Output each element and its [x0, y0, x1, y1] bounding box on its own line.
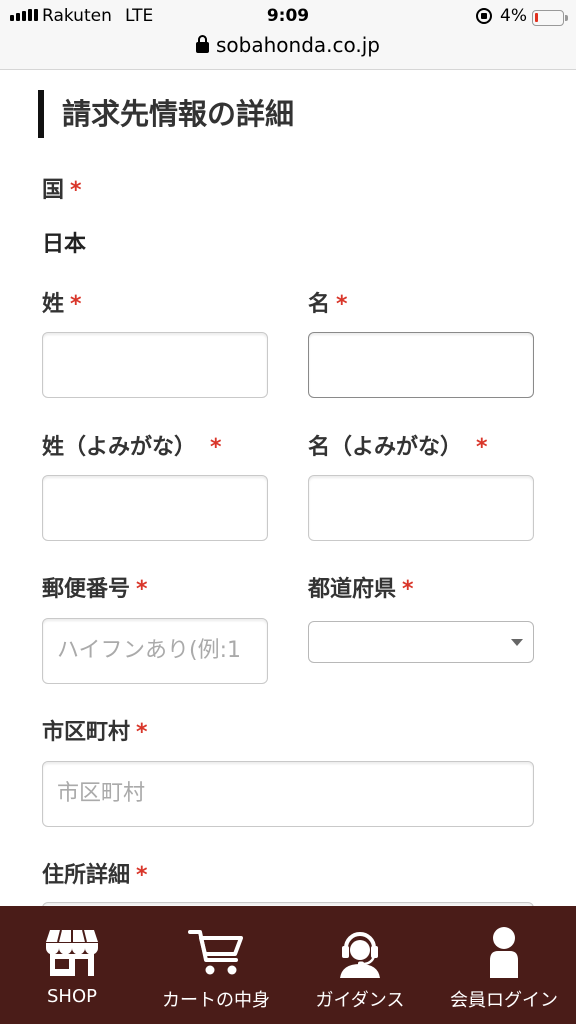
required-mark: *	[136, 863, 148, 888]
section-title: 請求先情報の詳細	[38, 90, 294, 138]
last-name-input[interactable]	[42, 332, 268, 398]
required-mark: *	[336, 292, 348, 317]
nav-shop-label: SHOP	[47, 986, 97, 1007]
required-mark: *	[476, 435, 488, 460]
battery-icon	[532, 10, 568, 26]
rotation-lock-icon	[476, 8, 492, 24]
user-icon	[490, 927, 518, 978]
postal-code-label-text: 郵便番号	[42, 577, 131, 602]
required-mark: *	[136, 577, 148, 602]
nav-shop[interactable]: SHOP	[0, 906, 144, 1024]
cart-icon	[188, 930, 243, 975]
prefecture-label: 都道府県 *	[308, 571, 414, 603]
first-name-kana-label-text: 名（よみがな）	[308, 435, 463, 460]
city-label: 市区町村 *	[42, 714, 148, 746]
status-bar: Rakuten LTE 9:09 4% sobahonda.co.jp	[0, 0, 576, 70]
address-bar[interactable]: sobahonda.co.jp	[0, 33, 576, 57]
nav-login-label: 会員ログイン	[450, 990, 558, 1011]
shop-icon	[46, 929, 98, 976]
battery-percent: 4%	[500, 6, 527, 26]
required-mark: *	[210, 435, 222, 460]
required-mark: *	[402, 577, 414, 602]
prefecture-label-text: 都道府県	[308, 577, 397, 602]
required-mark: *	[70, 292, 82, 317]
nav-cart[interactable]: カートの中身	[144, 906, 288, 1024]
postal-code-input[interactable]: ハイフンあり(例:1	[42, 618, 268, 684]
address-label-text: 住所詳細	[42, 863, 131, 888]
last-name-kana-label: 姓（よみがな） *	[42, 429, 222, 461]
operator-icon	[340, 932, 380, 978]
country-label: 国 *	[42, 172, 82, 204]
first-name-kana-input[interactable]	[308, 475, 534, 541]
last-name-label-text: 姓	[42, 292, 65, 317]
lock-icon	[196, 35, 209, 53]
first-name-label: 名 *	[308, 286, 348, 318]
last-name-kana-label-text: 姓（よみがな）	[42, 435, 197, 460]
city-input[interactable]: 市区町村	[42, 761, 534, 827]
url-text: sobahonda.co.jp	[216, 33, 380, 57]
address-label: 住所詳細 *	[42, 857, 148, 889]
last-name-kana-input[interactable]	[42, 475, 268, 541]
country-label-text: 国	[42, 178, 65, 203]
required-mark: *	[136, 720, 148, 745]
last-name-label: 姓 *	[42, 286, 82, 318]
bottom-nav: SHOP カートの中身 ガイダンス 会員ログイン	[0, 906, 576, 1024]
prefecture-select[interactable]	[308, 621, 534, 663]
nav-login[interactable]: 会員ログイン	[432, 906, 576, 1024]
nav-guidance[interactable]: ガイダンス	[288, 906, 432, 1024]
first-name-input[interactable]	[308, 332, 534, 398]
postal-code-label: 郵便番号 *	[42, 571, 148, 603]
nav-cart-label: カートの中身	[162, 990, 270, 1011]
first-name-label-text: 名	[308, 292, 331, 317]
first-name-kana-label: 名（よみがな） *	[308, 429, 488, 461]
required-mark: *	[70, 178, 82, 203]
city-label-text: 市区町村	[42, 720, 131, 745]
nav-guidance-label: ガイダンス	[315, 990, 405, 1011]
country-value: 日本	[42, 232, 87, 257]
